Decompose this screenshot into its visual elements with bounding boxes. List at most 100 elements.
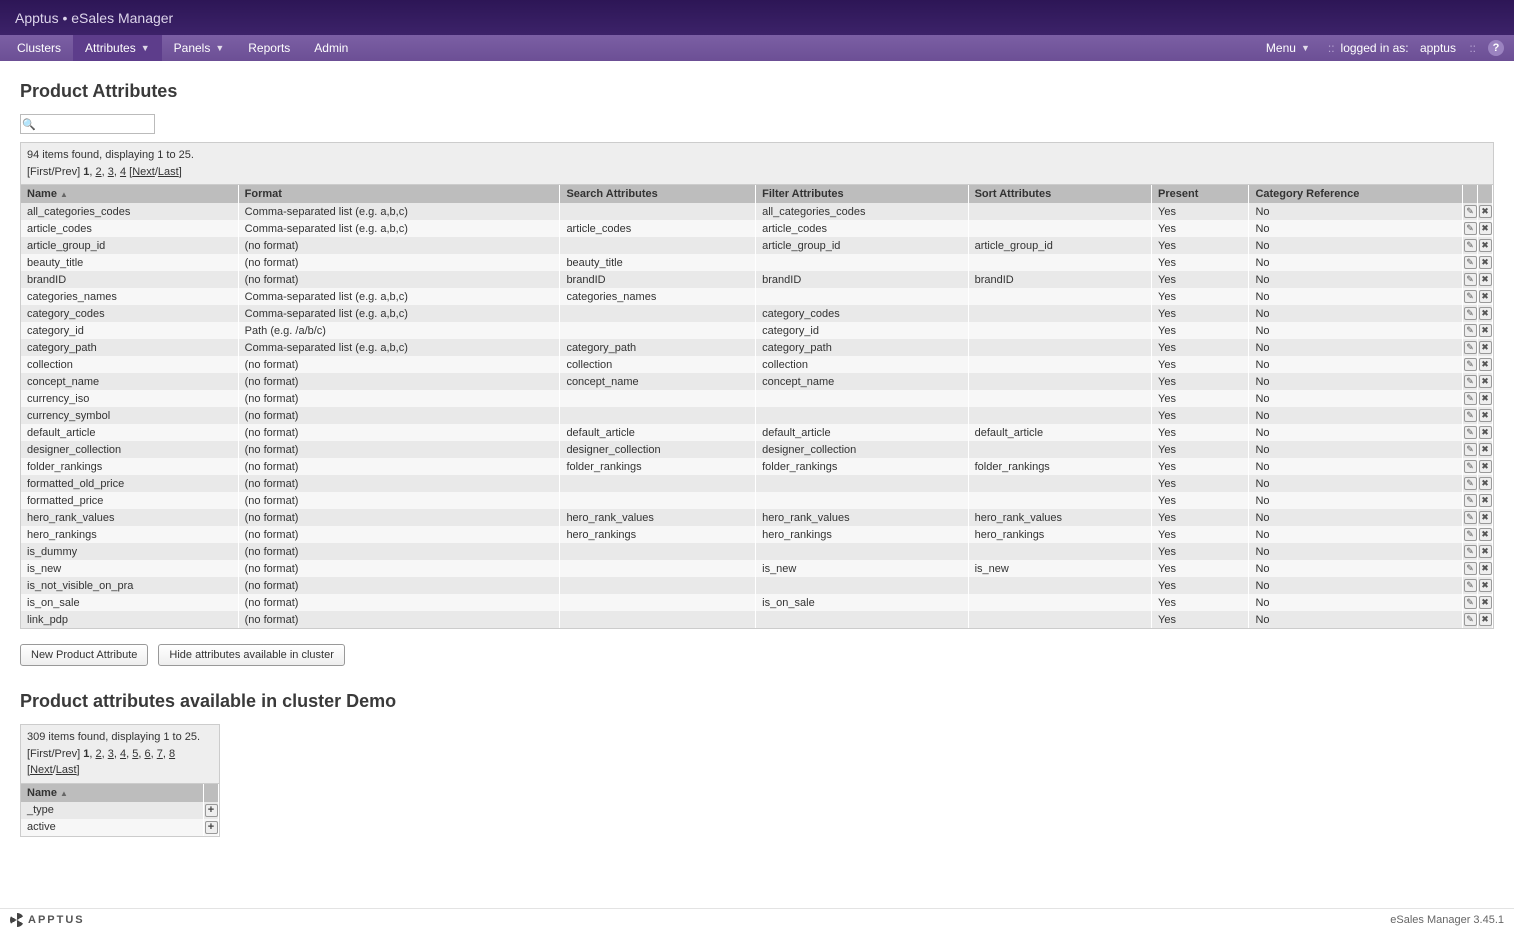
edit-icon[interactable]: ✎ [1464, 358, 1477, 371]
page-link[interactable]: 7 [157, 748, 163, 760]
table-row[interactable]: hero_rankings(no format)hero_rankingsher… [21, 526, 1493, 543]
edit-icon[interactable]: ✎ [1464, 613, 1477, 626]
page-link[interactable]: 3 [108, 748, 114, 760]
hide-attributes-button[interactable]: Hide attributes available in cluster [158, 644, 344, 666]
table-row[interactable]: beauty_title(no format)beauty_titleYesNo… [21, 254, 1493, 271]
column-header[interactable]: Name▲ [21, 784, 204, 802]
edit-icon[interactable]: ✎ [1464, 409, 1477, 422]
nav-item-panels[interactable]: Panels▼ [162, 35, 237, 61]
delete-icon[interactable]: ✖ [1479, 511, 1492, 524]
table-row[interactable]: concept_name(no format)concept_nameconce… [21, 373, 1493, 390]
delete-icon[interactable]: ✖ [1479, 409, 1492, 422]
table-row[interactable]: is_dummy(no format)YesNo✎✖ [21, 543, 1493, 560]
delete-icon[interactable]: ✖ [1479, 273, 1492, 286]
table-row[interactable]: is_new(no format)is_newis_newYesNo✎✖ [21, 560, 1493, 577]
table-row[interactable]: category_idPath (e.g. /a/b/c)category_id… [21, 322, 1493, 339]
delete-icon[interactable]: ✖ [1479, 375, 1492, 388]
edit-icon[interactable]: ✎ [1464, 222, 1477, 235]
table-row[interactable]: currency_symbol(no format)YesNo✎✖ [21, 407, 1493, 424]
nav-item-reports[interactable]: Reports [236, 35, 302, 61]
nav-item-admin[interactable]: Admin [302, 35, 360, 61]
edit-icon[interactable]: ✎ [1464, 256, 1477, 269]
table-row[interactable]: _type+ [21, 802, 219, 819]
table-row[interactable]: is_on_sale(no format)is_on_saleYesNo✎✖ [21, 594, 1493, 611]
page-last[interactable]: Last [56, 764, 77, 776]
table-row[interactable]: article_group_id(no format)article_group… [21, 237, 1493, 254]
delete-icon[interactable]: ✖ [1479, 256, 1492, 269]
page-link[interactable]: 2 [95, 166, 101, 178]
edit-icon[interactable]: ✎ [1464, 205, 1477, 218]
column-header[interactable]: Name▲ [21, 185, 238, 203]
search-box[interactable]: 🔍 [20, 114, 155, 134]
add-icon[interactable]: + [205, 804, 218, 817]
table-row[interactable]: default_article(no format)default_articl… [21, 424, 1493, 441]
search-input[interactable] [37, 116, 154, 132]
column-header[interactable]: Category Reference [1249, 185, 1463, 203]
new-product-attribute-button[interactable]: New Product Attribute [20, 644, 148, 666]
page-link[interactable]: 6 [144, 748, 150, 760]
edit-icon[interactable]: ✎ [1464, 426, 1477, 439]
edit-icon[interactable]: ✎ [1464, 596, 1477, 609]
page-next[interactable]: Next [30, 764, 53, 776]
table-row[interactable]: brandID(no format)brandIDbrandIDbrandIDY… [21, 271, 1493, 288]
page-link[interactable]: 2 [95, 748, 101, 760]
edit-icon[interactable]: ✎ [1464, 392, 1477, 405]
delete-icon[interactable]: ✖ [1479, 494, 1492, 507]
delete-icon[interactable]: ✖ [1479, 528, 1492, 541]
delete-icon[interactable]: ✖ [1479, 443, 1492, 456]
column-header[interactable]: Filter Attributes [756, 185, 968, 203]
delete-icon[interactable]: ✖ [1479, 579, 1492, 592]
table-row[interactable]: hero_rank_values(no format)hero_rank_val… [21, 509, 1493, 526]
table-row[interactable]: link_pdp(no format)YesNo✎✖ [21, 611, 1493, 628]
delete-icon[interactable]: ✖ [1479, 341, 1492, 354]
table-row[interactable]: formatted_old_price(no format)YesNo✎✖ [21, 475, 1493, 492]
delete-icon[interactable]: ✖ [1479, 460, 1492, 473]
delete-icon[interactable]: ✖ [1479, 596, 1492, 609]
table-row[interactable]: category_codesComma-separated list (e.g.… [21, 305, 1493, 322]
table-row[interactable]: collection(no format)collectioncollectio… [21, 356, 1493, 373]
delete-icon[interactable]: ✖ [1479, 205, 1492, 218]
delete-icon[interactable]: ✖ [1479, 358, 1492, 371]
table-row[interactable]: currency_iso(no format)YesNo✎✖ [21, 390, 1493, 407]
edit-icon[interactable]: ✎ [1464, 443, 1477, 456]
delete-icon[interactable]: ✖ [1479, 477, 1492, 490]
table-row[interactable]: formatted_price(no format)YesNo✎✖ [21, 492, 1493, 509]
edit-icon[interactable]: ✎ [1464, 562, 1477, 575]
delete-icon[interactable]: ✖ [1479, 562, 1492, 575]
column-header[interactable]: Search Attributes [560, 185, 756, 203]
column-header[interactable]: Format [238, 185, 560, 203]
edit-icon[interactable]: ✎ [1464, 477, 1477, 490]
nav-item-clusters[interactable]: Clusters [5, 35, 73, 61]
delete-icon[interactable]: ✖ [1479, 222, 1492, 235]
edit-icon[interactable]: ✎ [1464, 460, 1477, 473]
page-link[interactable]: 5 [132, 748, 138, 760]
page-link[interactable]: 3 [108, 166, 114, 178]
column-header[interactable]: Present [1152, 185, 1249, 203]
page-link[interactable]: 4 [120, 166, 126, 178]
delete-icon[interactable]: ✖ [1479, 392, 1492, 405]
edit-icon[interactable]: ✎ [1464, 545, 1477, 558]
help-icon[interactable]: ? [1488, 40, 1504, 56]
page-link[interactable]: 8 [169, 748, 175, 760]
edit-icon[interactable]: ✎ [1464, 273, 1477, 286]
edit-icon[interactable]: ✎ [1464, 375, 1477, 388]
table-row[interactable]: all_categories_codesComma-separated list… [21, 203, 1493, 220]
edit-icon[interactable]: ✎ [1464, 579, 1477, 592]
delete-icon[interactable]: ✖ [1479, 613, 1492, 626]
edit-icon[interactable]: ✎ [1464, 290, 1477, 303]
delete-icon[interactable]: ✖ [1479, 545, 1492, 558]
delete-icon[interactable]: ✖ [1479, 324, 1492, 337]
menu-dropdown[interactable]: Menu ▼ [1254, 41, 1322, 55]
page-link[interactable]: 4 [120, 748, 126, 760]
add-icon[interactable]: + [205, 821, 218, 834]
page-last[interactable]: Last [158, 166, 179, 178]
delete-icon[interactable]: ✖ [1479, 239, 1492, 252]
table-row[interactable]: folder_rankings(no format)folder_ranking… [21, 458, 1493, 475]
page-next[interactable]: Next [132, 166, 155, 178]
table-row[interactable]: categories_namesComma-separated list (e.… [21, 288, 1493, 305]
edit-icon[interactable]: ✎ [1464, 528, 1477, 541]
edit-icon[interactable]: ✎ [1464, 324, 1477, 337]
table-row[interactable]: category_pathComma-separated list (e.g. … [21, 339, 1493, 356]
edit-icon[interactable]: ✎ [1464, 307, 1477, 320]
delete-icon[interactable]: ✖ [1479, 290, 1492, 303]
